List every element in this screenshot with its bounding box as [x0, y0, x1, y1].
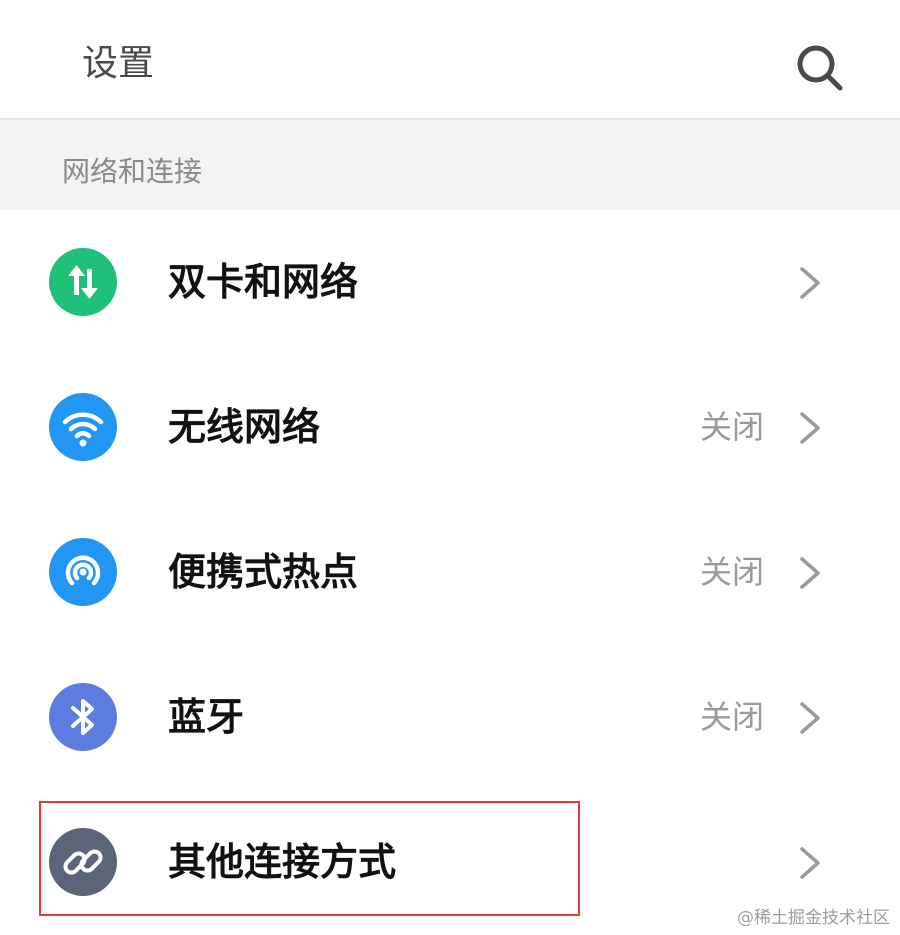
row-portable-hotspot[interactable]: 便携式热点 关闭: [0, 500, 900, 645]
section-header: 网络和连接: [0, 120, 900, 210]
status-value: 关闭: [699, 698, 764, 736]
chevron-right-icon: [800, 702, 820, 734]
row-wifi[interactable]: 无线网络 关闭: [0, 355, 900, 500]
status-value: 关闭: [699, 553, 764, 591]
section-title: 网络和连接: [62, 155, 203, 188]
page-title: 设置: [82, 43, 155, 84]
row-label: 双卡和网络: [168, 260, 359, 304]
row-label: 其他连接方式: [168, 840, 397, 884]
chevron-right-icon: [800, 557, 820, 589]
chevron-right-icon: [800, 847, 820, 879]
bluetooth-icon: [49, 683, 117, 751]
settings-screen: 设置 网络和连接 双卡和网络 无线网络 关闭 便携式热点 关闭 蓝牙 关闭 其他…: [0, 0, 900, 935]
app-header: 设置: [0, 0, 900, 120]
hotspot-icon: [49, 538, 117, 606]
row-bluetooth[interactable]: 蓝牙 关闭: [0, 645, 900, 790]
search-icon: [797, 45, 843, 91]
link-icon: [49, 828, 117, 896]
row-label: 无线网络: [168, 405, 321, 449]
wifi-icon: [49, 393, 117, 461]
chevron-right-icon: [800, 412, 820, 444]
row-label: 便携式热点: [168, 550, 359, 594]
watermark: @稀土掘金技术社区: [737, 908, 890, 928]
search-button[interactable]: [794, 42, 846, 94]
chevron-right-icon: [800, 267, 820, 299]
status-value: 关闭: [699, 408, 764, 446]
row-label: 蓝牙: [168, 695, 245, 739]
row-dual-sim-network[interactable]: 双卡和网络: [0, 210, 900, 355]
dual-sim-icon: [49, 248, 117, 316]
